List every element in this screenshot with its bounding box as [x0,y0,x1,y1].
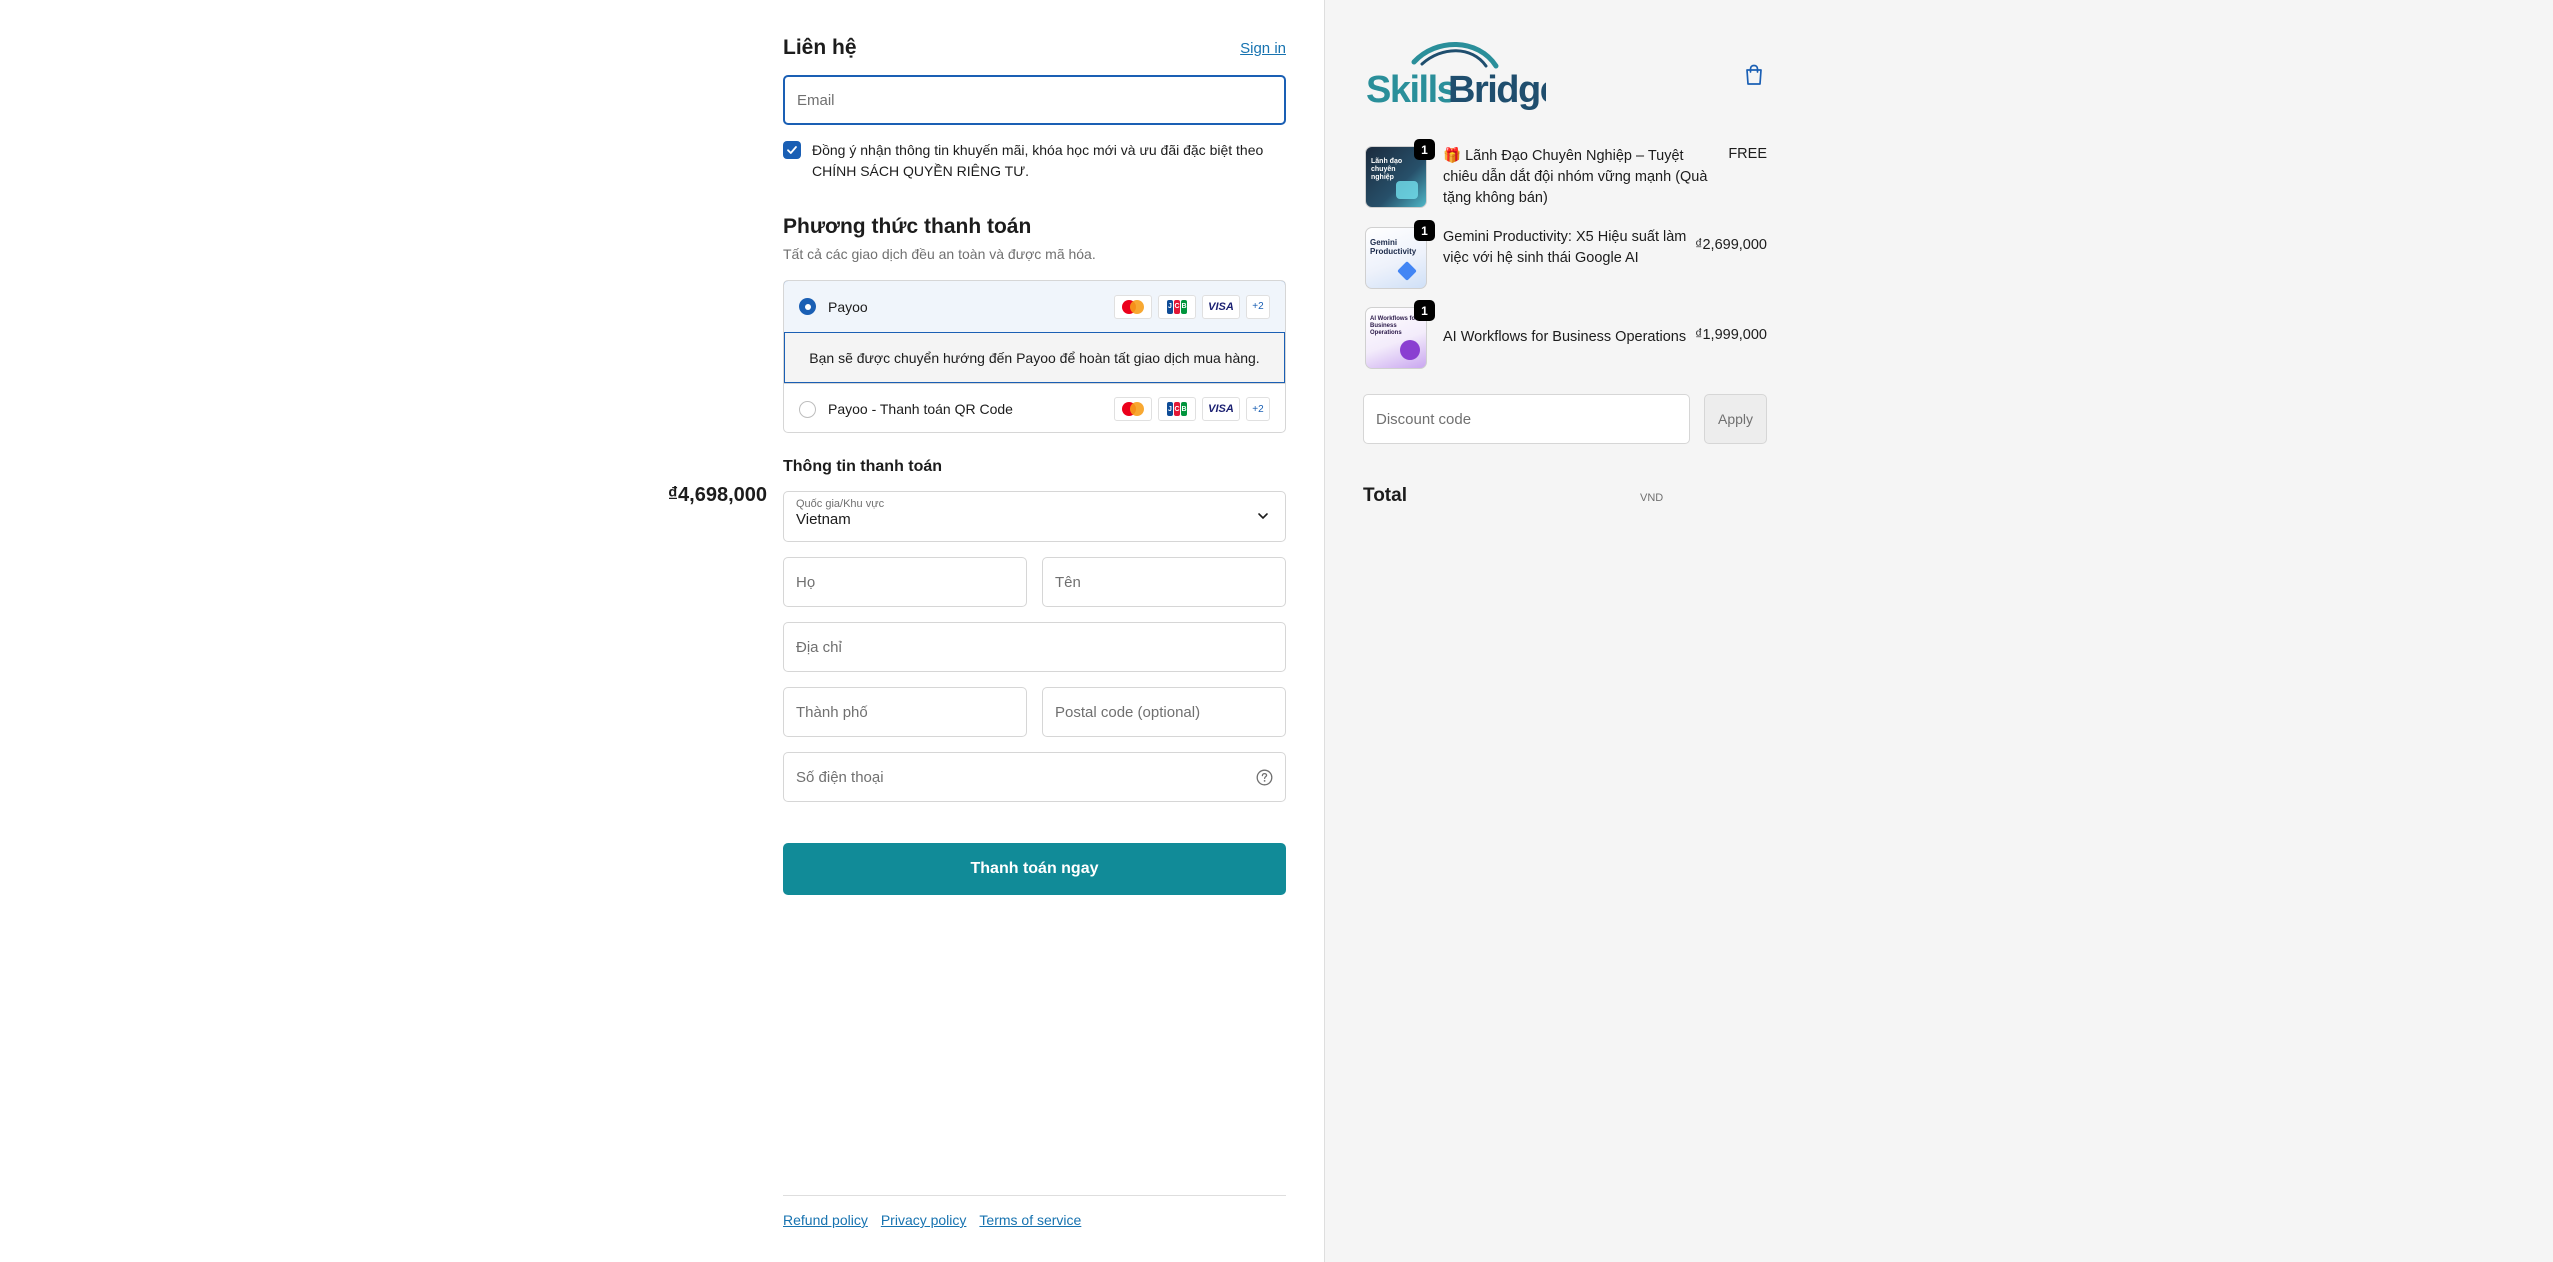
country-select[interactable]: Quốc gia/Khu vực Vietnam [783,491,1286,542]
email-input[interactable] [785,77,1284,123]
last-name-input[interactable] [784,558,1026,606]
thumbnail-caption: AI Workflows for Business Operations [1370,316,1418,336]
item-name: Gemini Productivity: X5 Hiệu suất làm vi… [1443,229,1687,266]
payment-option-payoo-qr[interactable]: Payoo - Thanh toán QR Code JCB VISA +2 [784,383,1285,432]
total-label: Total [1363,485,1407,506]
postal-code-input[interactable] [1043,688,1285,736]
footer-links: Refund policy Privacy policy Terms of se… [783,1212,1081,1228]
quantity-badge: 1 [1414,139,1435,160]
email-field[interactable] [783,75,1286,125]
cart-item: Lãnh đạo chuyên nghiệp 1 🎁 Lãnh Đạo Chuy… [1365,139,1767,208]
visa-icon: VISA [1202,294,1240,319]
marketing-consent-label: Đồng ý nhận thông tin khuyến mãi, khóa h… [812,142,1264,179]
visa-text: VISA [1208,403,1234,415]
thumbnail-caption: Lãnh đạo chuyên nghiệp [1371,158,1403,181]
checkout-form-panel: Liên hệ Sign in Đồng ý nhận thông tin kh… [0,0,1324,1262]
payoo-qr-radio[interactable] [799,400,816,418]
jcb-icon: JCB [1158,397,1196,421]
sign-in-link[interactable]: Sign in [1240,40,1286,57]
item-name: 🎁 Lãnh Đạo Chuyên Nghiệp – Tuyệt chiêu d… [1443,148,1708,206]
jcb-icon: JCB [1158,294,1196,319]
logo-text-skills: Skills [1366,69,1457,111]
item-price: ₫2,699,000 [1695,237,1767,253]
footer-divider [783,1195,1286,1196]
chevron-down-icon [1258,513,1268,520]
visa-icon: VISA [1202,397,1240,421]
visa-text: VISA [1208,300,1234,313]
payment-title: Phương thức thanh toán [783,215,1032,238]
first-name-field[interactable] [1042,557,1286,607]
address-input[interactable] [784,623,1285,671]
discount-code-input[interactable] [1364,395,1689,443]
shopping-bag-icon[interactable] [1744,64,1764,86]
thumbnail-graphic [1396,181,1418,199]
card-brands: JCB VISA +2 [1114,397,1270,421]
total-currency: VND [1640,492,1664,504]
pay-now-button[interactable]: Thanh toán ngay [783,843,1286,895]
last-name-field[interactable] [783,557,1027,607]
help-icon[interactable] [1256,769,1273,786]
quantity-badge: 1 [1414,220,1435,241]
payoo-redirect-note: Bạn sẽ được chuyển hướng đến Payoo để ho… [784,333,1285,383]
city-field[interactable] [783,687,1027,737]
mastercard-icon [1114,294,1152,319]
phone-input[interactable] [784,753,1285,801]
marketing-consent-row: Đồng ý nhận thông tin khuyến mãi, khóa h… [783,140,1286,182]
cart-item: Gemini Productivity 1 Gemini Productivit… [1365,220,1767,289]
city-input[interactable] [784,688,1026,736]
cart-item: AI Workflows for Business Operations 1 A… [1365,300,1767,369]
mastercard-icon [1114,397,1152,421]
country-value: Vietnam [796,511,851,528]
skillsbridge-logo[interactable]: Skills Bridge [1366,40,1546,112]
total-amount: ₫4,698,000 [667,484,767,506]
billing-title: Thông tin thanh toán [783,458,943,475]
apply-discount-button[interactable]: Apply [1704,394,1767,444]
payoo-radio[interactable] [799,298,816,315]
thumbnail-graphic [1400,340,1420,360]
payment-options: Payoo JCB VISA +2 Bạn sẽ được chuyển hướ… [783,280,1286,433]
item-price: FREE [1728,146,1767,162]
payment-option-payoo[interactable]: Payoo JCB VISA +2 [784,281,1285,333]
more-cards-badge: +2 [1246,294,1270,319]
quantity-badge: 1 [1414,300,1435,321]
payment-subtitle: Tất cả các giao dịch đều an toàn và được… [783,246,1096,262]
payment-option-label: Payoo [828,298,868,315]
item-price: ₫1,999,000 [1695,327,1767,343]
phone-field[interactable] [783,752,1286,802]
thumbnail-graphic [1397,261,1417,281]
payment-option-label: Payoo - Thanh toán QR Code [828,401,1013,417]
item-name: AI Workflows for Business Operations [1443,329,1687,345]
terms-of-service-link[interactable]: Terms of service [979,1212,1081,1228]
address-field[interactable] [783,622,1286,672]
postal-code-field[interactable] [1042,687,1286,737]
contact-header: Liên hệ Sign in [783,36,1286,60]
marketing-consent-checkbox[interactable] [783,141,801,159]
contact-title: Liên hệ [783,36,857,59]
first-name-input[interactable] [1043,558,1285,606]
checkmark-icon [787,146,797,154]
card-brands: JCB VISA +2 [1114,294,1270,319]
more-cards-badge: +2 [1246,397,1270,421]
thumbnail-caption: Gemini Productivity [1370,238,1417,256]
logo-text-bridge: Bridge [1448,69,1546,111]
privacy-policy-link[interactable]: Privacy policy [881,1212,967,1228]
country-label: Quốc gia/Khu vực [796,498,885,510]
discount-code-field[interactable] [1363,394,1690,444]
refund-policy-link[interactable]: Refund policy [783,1212,868,1228]
